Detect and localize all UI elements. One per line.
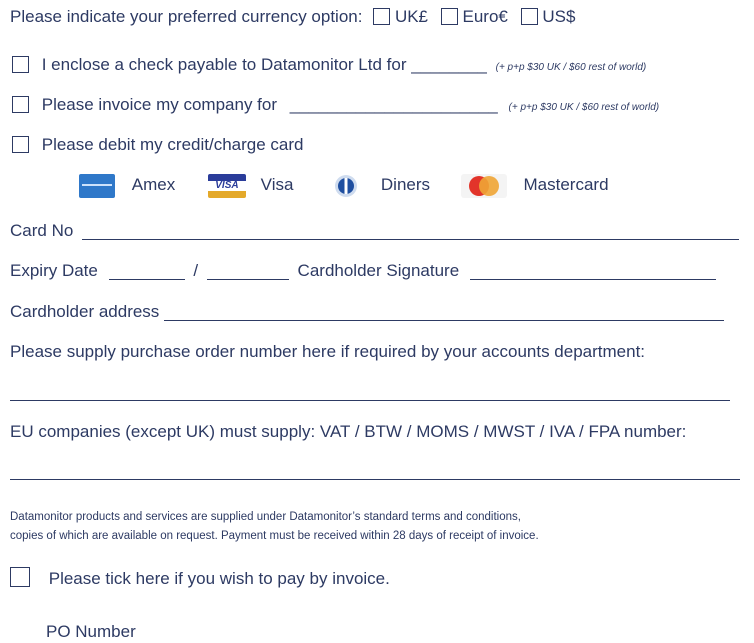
address-field[interactable]: [164, 303, 725, 321]
po-number-field[interactable]: [10, 400, 730, 401]
currency-prompt: Please indicate your preferred currency …: [10, 7, 363, 26]
address-row: Cardholder address: [10, 301, 725, 323]
check-postage-note: (+ p+p $30 UK / $60 rest of world): [495, 62, 647, 73]
card-types-row: Amex VISA Visa Diners Mastercard: [79, 174, 609, 198]
po-prompt: Please supply purchase order number here…: [10, 342, 646, 361]
mastercard-label: Mastercard: [523, 175, 609, 195]
pay-by-invoice-row: Please tick here if you wish to pay by i…: [10, 567, 390, 590]
currency-euro-checkbox[interactable]: [440, 8, 458, 25]
currency-usd-checkbox[interactable]: [520, 8, 538, 25]
expiry-year-field[interactable]: [206, 262, 289, 280]
amex-logo-icon: [79, 174, 115, 198]
invoice-label: Please invoice my company for: [41, 95, 278, 114]
pay-by-invoice-label: Please tick here if you wish to pay by i…: [48, 569, 390, 588]
invoice-postage-note: (+ p+p $30 UK / $60 rest of world): [508, 102, 660, 113]
signature-field[interactable]: [469, 262, 716, 280]
check-checkbox[interactable]: [12, 56, 29, 73]
expiry-signature-row: Expiry Date / Cardholder Signature: [10, 260, 716, 282]
terms-line-1: Datamonitor products and services are su…: [10, 511, 521, 523]
check-amount-blank[interactable]: ________: [411, 55, 487, 74]
card-debit-checkbox[interactable]: [12, 136, 29, 153]
po-number-label: PO Number: [46, 622, 136, 641]
invoice-row: Please invoice my company for __________…: [10, 94, 659, 119]
card-debit-label: Please debit my credit/charge card: [41, 135, 304, 154]
invoice-checkbox[interactable]: [12, 96, 29, 113]
expiry-label: Expiry Date: [10, 261, 98, 280]
vat-number-field[interactable]: [10, 479, 740, 480]
diners-label: Diners: [380, 175, 431, 195]
currency-euro-label: Euro€: [462, 7, 508, 26]
expiry-slash: /: [193, 261, 199, 280]
check-row: I enclose a check payable to Datamonitor…: [10, 54, 646, 79]
signature-label: Cardholder Signature: [297, 261, 460, 280]
invoice-amount-blank[interactable]: ______________________: [290, 95, 498, 114]
check-label: I enclose a check payable to Datamonitor…: [41, 55, 407, 74]
currency-ukp-label: UK£: [394, 7, 429, 26]
currency-ukp-checkbox[interactable]: [373, 8, 391, 25]
address-label: Cardholder address: [10, 302, 160, 321]
card-number-row: Card No: [10, 220, 740, 242]
vat-prompt: EU companies (except UK) must supply: VA…: [10, 422, 687, 441]
amex-label: Amex: [131, 175, 176, 195]
terms-line-2: copies of which are available on request…: [10, 530, 539, 542]
currency-usd-label: US$: [542, 7, 576, 26]
card-number-field[interactable]: [82, 222, 740, 240]
visa-logo-icon: VISA: [207, 174, 246, 198]
mastercard-logo-icon: [460, 174, 507, 198]
diners-logo-icon: [335, 175, 358, 197]
currency-row: Please indicate your preferred currency …: [10, 6, 575, 28]
expiry-month-field[interactable]: [108, 262, 185, 280]
visa-label: Visa: [260, 175, 294, 195]
card-number-label: Card No: [10, 221, 74, 240]
card-debit-row: Please debit my credit/charge card: [10, 134, 303, 156]
pay-by-invoice-checkbox[interactable]: [10, 567, 30, 587]
